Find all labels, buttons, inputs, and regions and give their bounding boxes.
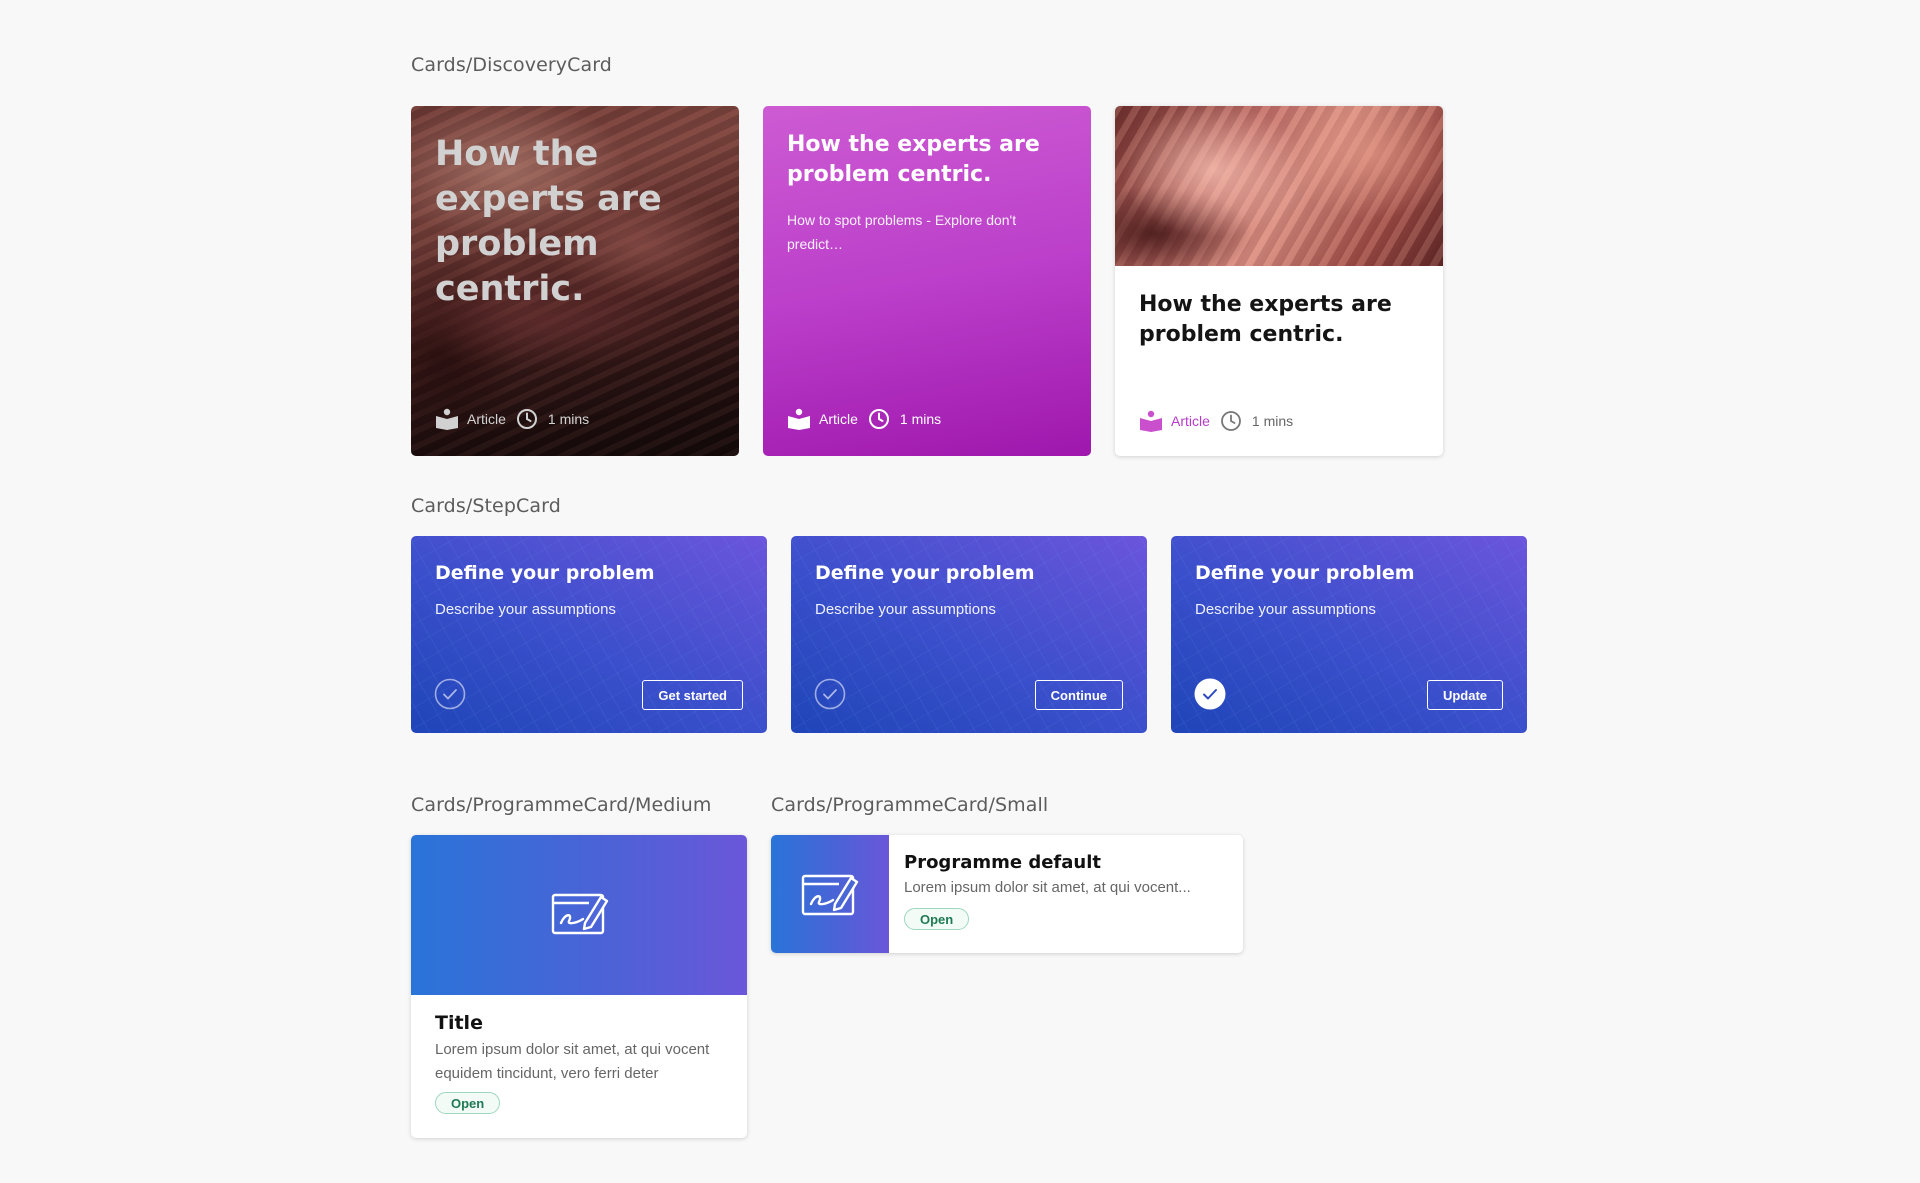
card-meta: Article 1 mins [1139, 410, 1303, 432]
section-label-discovery: Cards/DiscoveryCard [411, 54, 612, 76]
programme-thumb [771, 835, 889, 953]
check-circle-icon [814, 678, 846, 710]
step-title: Define your problem [435, 562, 655, 584]
programme-title: Programme default [904, 852, 1101, 873]
edit-document-icon [801, 870, 859, 918]
card-duration: 1 mins [899, 411, 942, 427]
card-title: How the experts are problem centric. [435, 134, 662, 309]
step-title: Define your problem [1195, 562, 1415, 584]
section-label-step: Cards/StepCard [411, 495, 561, 517]
card-image [1115, 106, 1443, 266]
card-duration: 1 mins [1251, 413, 1294, 429]
discovery-card-image[interactable]: How the experts are problem centric. Art… [411, 106, 739, 456]
card-type: Article [1171, 413, 1210, 429]
check-circle-icon [434, 678, 466, 710]
check-circle-icon [1194, 678, 1226, 710]
status-badge: Open [435, 1092, 501, 1114]
step-card-continue[interactable]: Define your problem Describe your assump… [791, 536, 1147, 733]
continue-button[interactable]: Continue [1034, 680, 1123, 710]
step-subtitle: Describe your assumptions [1195, 601, 1376, 618]
step-subtitle: Describe your assumptions [815, 601, 996, 618]
card-title: How the experts are problem centric. [787, 132, 1040, 187]
discovery-card-image-top[interactable]: How the experts are problem centric. Art… [1115, 106, 1443, 456]
card-meta: Article 1 mins [787, 408, 951, 430]
clock-icon [1220, 410, 1244, 432]
card-type: Article [467, 411, 506, 427]
article-icon [787, 408, 811, 430]
programme-header [411, 835, 747, 995]
status-badge: Open [904, 908, 970, 930]
step-card-update[interactable]: Define your problem Describe your assump… [1171, 536, 1527, 733]
discovery-card-color[interactable]: How the experts are problem centric. How… [763, 106, 1091, 456]
card-duration: 1 mins [547, 411, 590, 427]
step-subtitle: Describe your assumptions [435, 601, 616, 618]
clock-icon [516, 408, 540, 430]
step-card-get-started[interactable]: Define your problem Describe your assump… [411, 536, 767, 733]
step-title: Define your problem [815, 562, 1035, 584]
programme-title: Title [435, 1012, 483, 1034]
programme-card-medium[interactable]: Title Lorem ipsum dolor sit amet, at qui… [411, 835, 747, 1138]
section-label-programme-medium: Cards/ProgrammeCard/Medium [411, 794, 712, 816]
card-type: Article [819, 411, 858, 427]
programme-description: Lorem ipsum dolor sit amet, at qui vocen… [904, 879, 1191, 896]
article-icon [435, 408, 459, 430]
programme-description: Lorem ipsum dolor sit amet, at qui vocen… [435, 1041, 710, 1082]
card-meta: Article 1 mins [435, 408, 599, 430]
section-label-programme-small: Cards/ProgrammeCard/Small [771, 794, 1049, 816]
card-description: How to spot problems - Explore don't pre… [787, 212, 1017, 252]
get-started-button[interactable]: Get started [642, 680, 743, 710]
article-icon [1139, 410, 1163, 432]
programme-card-small[interactable]: Programme default Lorem ipsum dolor sit … [771, 835, 1243, 953]
update-button[interactable]: Update [1426, 680, 1503, 710]
edit-document-icon [551, 889, 609, 937]
card-title: How the experts are problem centric. [1139, 292, 1392, 347]
clock-icon [868, 408, 892, 430]
